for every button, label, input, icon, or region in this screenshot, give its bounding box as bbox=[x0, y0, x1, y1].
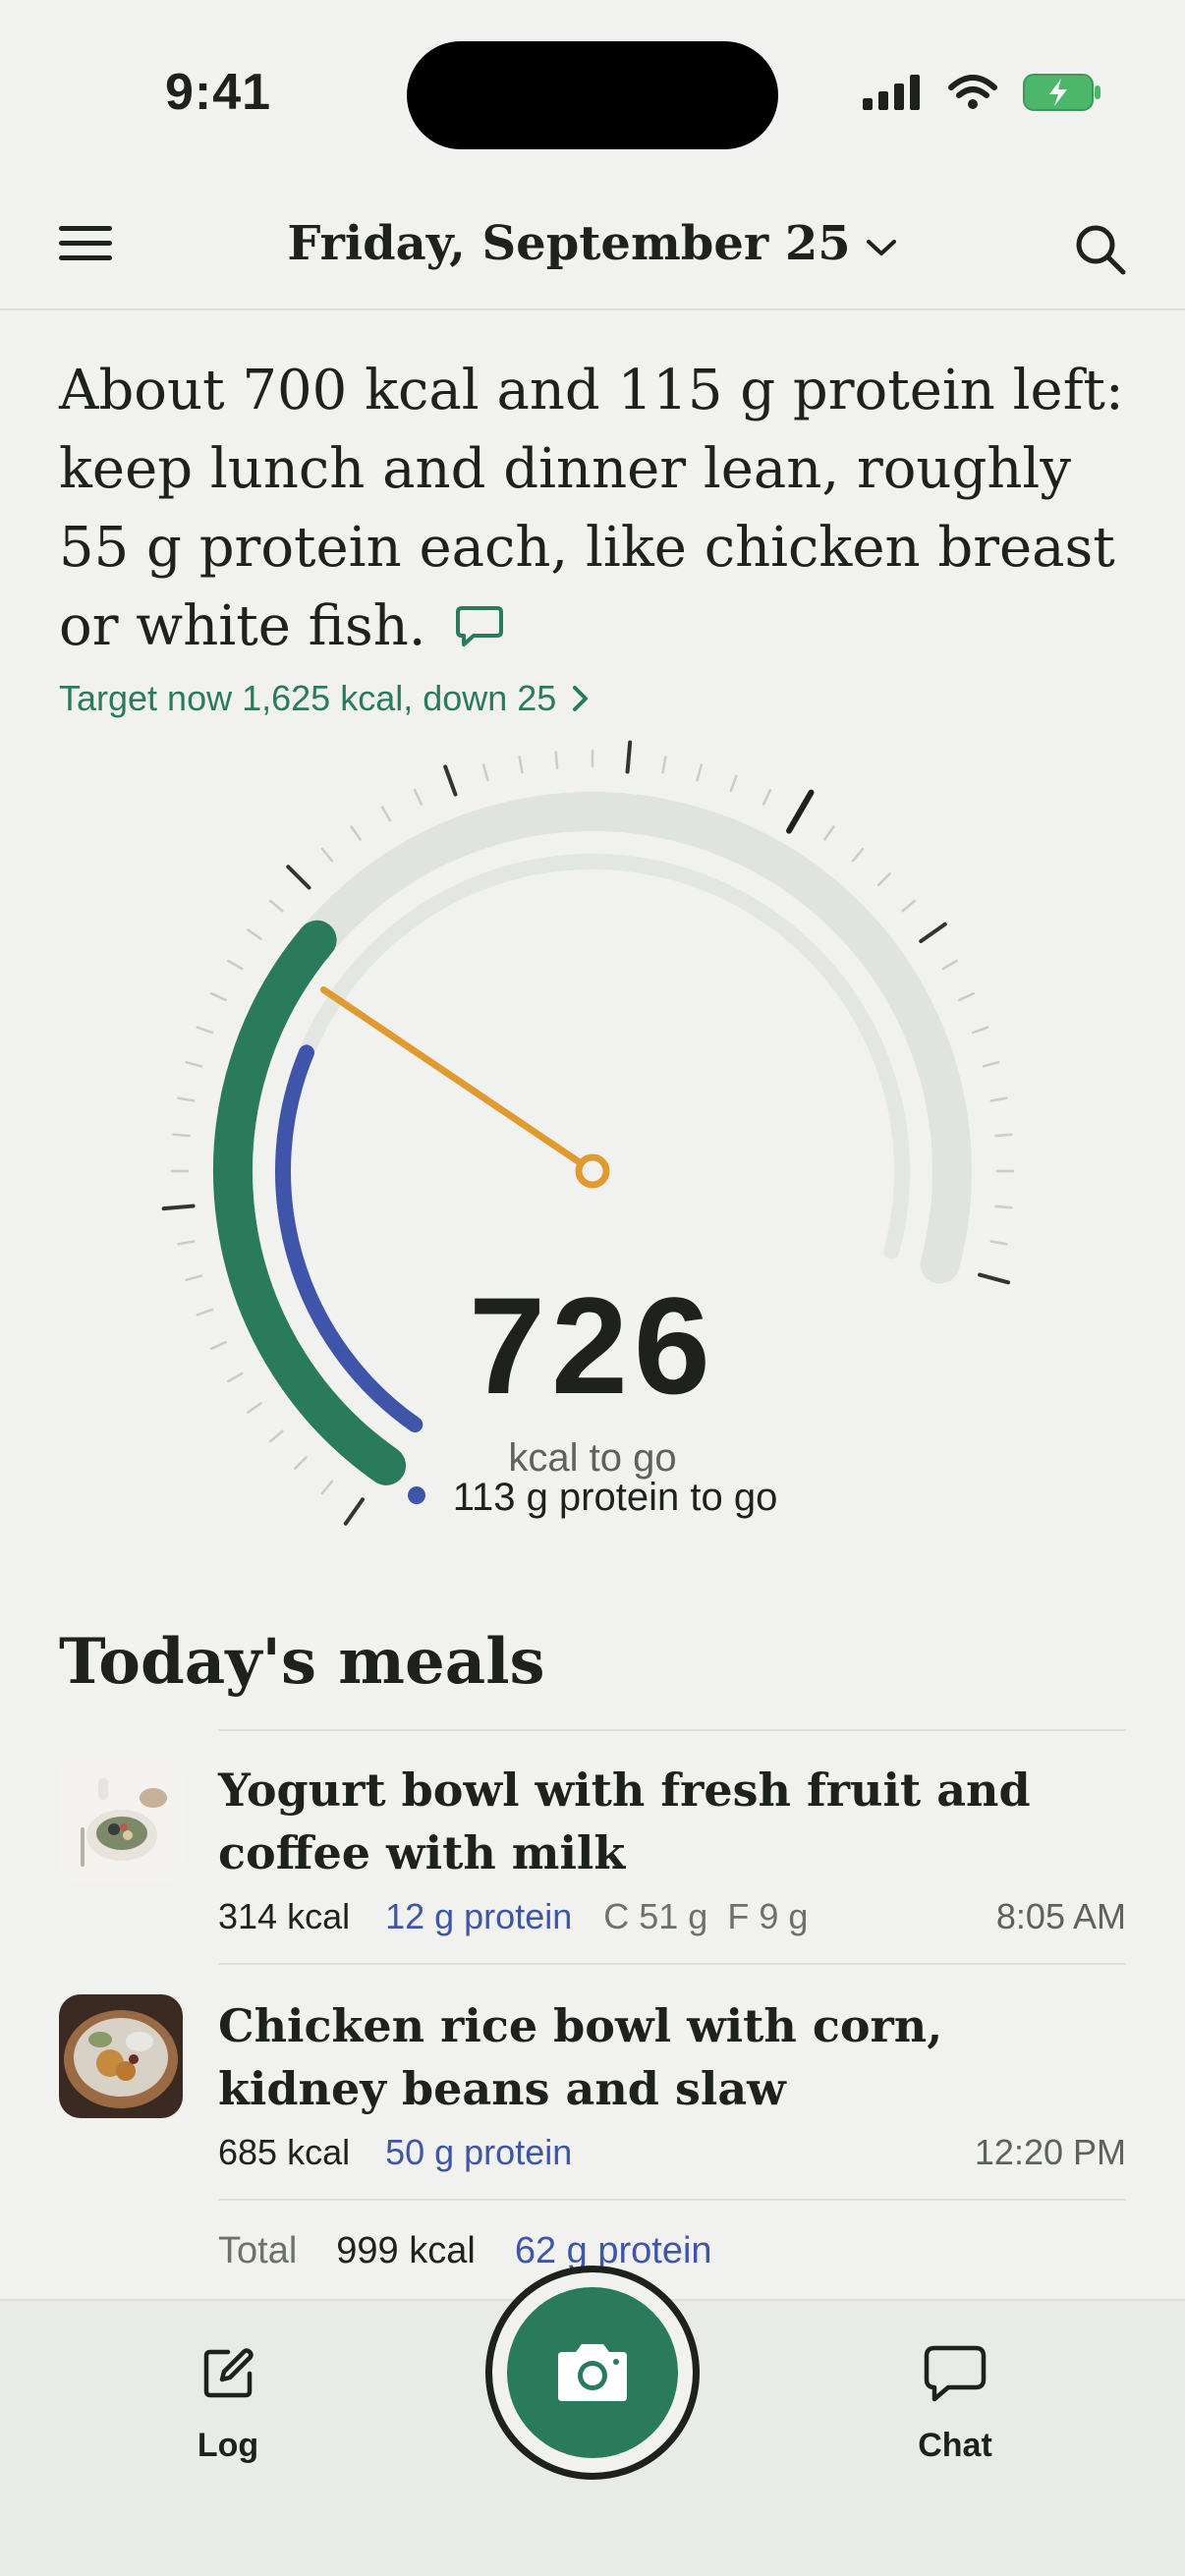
protein-to-go-label: 113 g protein to go bbox=[452, 1476, 778, 1519]
gauge-minor-tick bbox=[762, 788, 772, 806]
meals-section-title: Today's meals bbox=[59, 1625, 545, 1699]
meal-kcal: 314 kcal bbox=[218, 1896, 351, 1936]
gauge-minor-tick bbox=[729, 774, 738, 793]
app-header: Friday, September 25 bbox=[0, 187, 1185, 310]
total-label: Total bbox=[218, 2230, 298, 2271]
camera-button[interactable] bbox=[485, 2266, 700, 2480]
gauge-minor-tick bbox=[958, 991, 976, 1002]
gauge-minor-tick bbox=[413, 788, 423, 806]
meal-kcal: 685 kcal bbox=[218, 2132, 351, 2172]
protein-dot bbox=[407, 1486, 425, 1505]
gauge-minor-tick bbox=[177, 1240, 196, 1246]
kcal-remaining: 726 bbox=[469, 1268, 716, 1423]
target-link[interactable]: Target now 1,625 kcal, down 25 bbox=[59, 678, 590, 719]
gauge-major-tick bbox=[919, 922, 947, 943]
gauge-minor-tick bbox=[554, 751, 559, 769]
gauge-minor-tick bbox=[901, 899, 917, 913]
target-link-label: Target now 1,625 kcal, down 25 bbox=[59, 678, 557, 718]
status-bar: 9:41 bbox=[0, 0, 1185, 187]
gauge-minor-tick bbox=[172, 1133, 191, 1138]
kcal-to-go-label: kcal to go bbox=[508, 1436, 677, 1480]
gauge-minor-tick bbox=[380, 806, 392, 822]
battery-charging-icon bbox=[1023, 74, 1100, 111]
gauge-minor-tick bbox=[209, 991, 227, 1002]
gauge-minor-tick bbox=[851, 847, 865, 863]
gauge-minor-tick bbox=[227, 959, 244, 971]
gauge-minor-tick bbox=[823, 825, 835, 841]
gauge-minor-tick bbox=[989, 1096, 1008, 1102]
gauge-minor-tick bbox=[196, 1026, 214, 1035]
total-protein: 62 g protein bbox=[514, 2230, 712, 2271]
gauge-minor-tick bbox=[185, 1060, 203, 1068]
meal-meta: 314 kcal 12 g protein C 51 g F 9 g 8:05 A… bbox=[218, 1896, 1126, 1937]
gauge-minor-tick bbox=[994, 1133, 1013, 1138]
meal-item[interactable]: Chicken rice bowl with corn, kidney bean… bbox=[59, 1994, 1126, 2191]
meals-total: Total 999 kcal 62 g protein bbox=[218, 2230, 712, 2272]
tab-chat-label: Chat bbox=[918, 2427, 992, 2464]
comment-icon[interactable] bbox=[454, 604, 505, 649]
gauge-minor-tick bbox=[177, 1096, 196, 1102]
advice-message: About 700 kcal and 115 g protein left: k… bbox=[59, 359, 1124, 658]
calorie-gauge bbox=[161, 740, 1015, 1526]
gauge-needle-hub bbox=[575, 1153, 610, 1189]
meal-carbs: C 51 g bbox=[603, 1896, 708, 1936]
gauge-needle bbox=[319, 985, 596, 1175]
protein-to-go: 113 g protein to go bbox=[0, 1476, 1185, 1520]
gauge-major-tick bbox=[443, 764, 458, 797]
gauge-minor-tick bbox=[320, 847, 334, 863]
advice-text: About 700 kcal and 115 g protein left: k… bbox=[59, 352, 1130, 666]
chat-icon bbox=[924, 2345, 987, 2402]
gauge-minor-tick bbox=[518, 756, 524, 774]
tab-chat[interactable]: Chat bbox=[876, 2344, 1034, 2465]
gauge-major-tick bbox=[286, 865, 311, 890]
camera-icon bbox=[558, 2344, 627, 2401]
gauge-minor-tick bbox=[350, 825, 362, 841]
meal-protein: 50 g protein bbox=[385, 2132, 573, 2172]
meal-macros: C 51 g F 9 g bbox=[603, 1896, 808, 1937]
camera-button-fill bbox=[507, 2287, 678, 2458]
tab-log[interactable]: Log bbox=[149, 2344, 307, 2465]
meal-protein: 12 g protein bbox=[385, 1896, 573, 1936]
status-time: 9:41 bbox=[165, 64, 272, 121]
meal-time: 12:20 PM bbox=[974, 2132, 1126, 2172]
meal-time: 8:05 AM bbox=[995, 1896, 1126, 1936]
meal-name: Chicken rice bowl with corn, kidney bean… bbox=[218, 1999, 943, 2115]
meal-photo bbox=[59, 1994, 183, 2118]
gauge-minor-tick bbox=[661, 756, 667, 774]
gauge-minor-tick bbox=[481, 763, 489, 782]
meal-name: Yogurt bowl with fresh fruit and coffee … bbox=[218, 1764, 1031, 1879]
total-kcal: 999 kcal bbox=[336, 2230, 476, 2271]
gauge-minor-tick bbox=[696, 763, 704, 782]
gauge-minor-tick bbox=[971, 1026, 989, 1035]
date-picker[interactable]: Friday, September 25 bbox=[0, 216, 1185, 271]
wifi-icon bbox=[948, 75, 997, 109]
search-icon[interactable] bbox=[1071, 220, 1130, 279]
divider bbox=[218, 1729, 1126, 1731]
gauge-major-tick bbox=[161, 1204, 196, 1211]
meal-meta: 685 kcal 50 g protein 12:20 PM bbox=[218, 2132, 1126, 2173]
gauge-minor-tick bbox=[877, 872, 891, 886]
gauge-minor-tick bbox=[994, 1204, 1013, 1209]
chevron-right-icon bbox=[573, 686, 589, 711]
status-icons bbox=[863, 73, 1102, 112]
gauge-minor-tick bbox=[268, 899, 284, 913]
divider bbox=[218, 2199, 1126, 2201]
gauge-minor-tick bbox=[941, 959, 958, 971]
gauge-minor-tick bbox=[982, 1060, 1000, 1068]
edit-icon bbox=[203, 2348, 254, 2398]
gauge-target-tick bbox=[786, 789, 815, 834]
chevron-down-icon bbox=[866, 239, 896, 255]
gauge-minor-tick bbox=[247, 928, 262, 940]
meal-item[interactable]: Yogurt bowl with fresh fruit and coffee … bbox=[59, 1759, 1126, 1955]
gauge-major-tick bbox=[625, 740, 633, 774]
meal-fat: F 9 g bbox=[727, 1896, 809, 1936]
tab-log-label: Log bbox=[197, 2427, 259, 2464]
date-label: Friday, September 25 bbox=[287, 216, 851, 271]
signal-icon bbox=[863, 75, 920, 110]
dynamic-island bbox=[407, 41, 778, 149]
divider bbox=[218, 1963, 1126, 1965]
gauge-minor-tick bbox=[989, 1240, 1008, 1246]
meal-photo bbox=[59, 1759, 183, 1882]
